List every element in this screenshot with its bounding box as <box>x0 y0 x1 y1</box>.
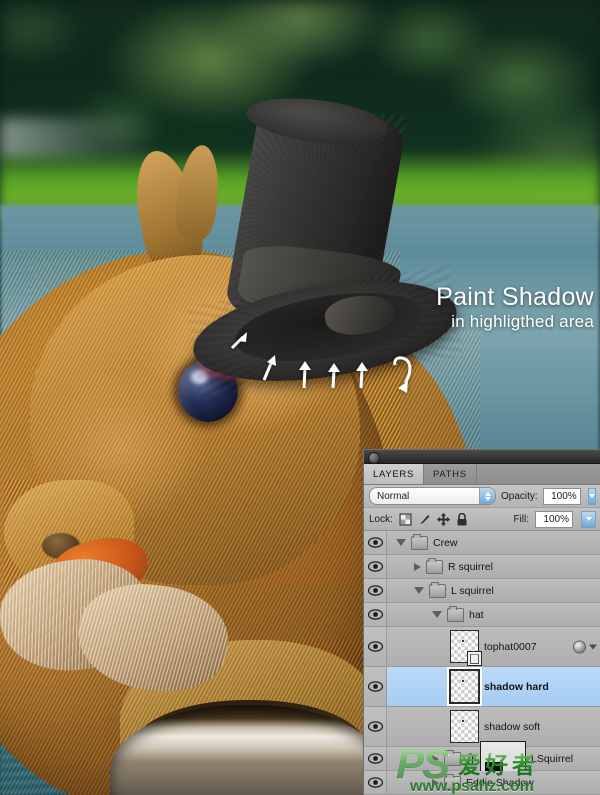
blend-mode-row: Normal Opacity: 100% <box>364 485 600 508</box>
tab-paths[interactable]: PATHS <box>424 464 477 484</box>
eye-icon[interactable] <box>367 561 383 572</box>
opacity-input[interactable]: 100% <box>542 487 581 505</box>
layer-thumbnail[interactable] <box>447 667 482 706</box>
panel-tabs[interactable]: LAYERS PATHS <box>364 464 600 485</box>
blend-mode-value: Normal <box>377 490 410 502</box>
layer-row[interactable]: Eddie Shadow <box>364 771 600 795</box>
eye-icon[interactable] <box>367 641 383 652</box>
layer-name: LSquirrel <box>531 752 574 765</box>
curved-arrow <box>393 356 412 393</box>
lock-position-icon[interactable] <box>436 512 450 526</box>
tab-layers[interactable]: LAYERS <box>364 464 424 484</box>
layer-row[interactable]: shadow hard <box>364 667 600 707</box>
layer-name: Crew <box>433 536 458 549</box>
folder-icon <box>426 557 443 574</box>
chevron-right-icon[interactable] <box>414 562 421 571</box>
panel-titlebar[interactable] <box>364 450 600 464</box>
chevron-down-icon[interactable] <box>589 644 597 649</box>
eye-icon[interactable] <box>367 777 383 788</box>
chevron-right-icon[interactable] <box>432 778 439 787</box>
chevron-down-icon[interactable] <box>414 587 424 594</box>
up-arrow-4 <box>328 363 340 389</box>
layer-thumbnail[interactable] <box>450 630 482 666</box>
layer-name: R squirrel <box>448 560 493 573</box>
up-arrow-3 <box>299 361 311 389</box>
layer-name: hat <box>469 608 484 621</box>
lock-icon-group <box>399 512 468 526</box>
lock-image-icon[interactable] <box>418 513 431 526</box>
layer-visibility-toggle[interactable] <box>364 747 387 770</box>
opacity-label: Opacity: <box>501 490 538 502</box>
callout-line-1: Paint Shadow <box>436 283 594 311</box>
layer-visibility-toggle[interactable] <box>364 771 387 794</box>
layer-visibility-toggle[interactable] <box>364 555 387 578</box>
layer-row[interactable]: L squirrel <box>364 579 600 603</box>
up-arrow-2 <box>262 355 276 381</box>
layer-name: Eddie Shadow <box>466 776 534 789</box>
layer-visibility-toggle[interactable] <box>364 603 387 626</box>
screenshot-root: Paint Shadow in highligthed area LAYERS … <box>0 0 600 795</box>
lock-label: Lock: <box>369 513 393 525</box>
up-arrow-1 <box>230 332 247 350</box>
folder-icon <box>444 749 461 766</box>
layer-row[interactable]: R squirrel <box>364 555 600 579</box>
folder-icon <box>411 533 428 550</box>
callout-line-2: in highligthed area <box>451 312 594 331</box>
eye-icon[interactable] <box>367 585 383 596</box>
layer-visibility-toggle[interactable] <box>364 579 387 602</box>
link-icon[interactable] <box>466 752 475 765</box>
layer-row[interactable]: tophat0007 <box>364 627 600 667</box>
layer-name: tophat0007 <box>484 640 537 653</box>
chevron-down-icon[interactable] <box>432 611 442 618</box>
layer-visibility-toggle[interactable] <box>364 531 387 554</box>
layer-list[interactable]: Crew R squirrel L squirrel hat tophat0007 sha… <box>364 531 600 795</box>
blend-mode-spinner-icon[interactable] <box>479 488 495 504</box>
blend-mode-select[interactable]: Normal <box>369 487 496 505</box>
opacity-dropdown-icon[interactable] <box>587 487 596 505</box>
up-arrow-5 <box>356 362 368 389</box>
layer-name: shadow hard <box>484 680 549 693</box>
close-icon[interactable] <box>368 451 380 464</box>
layer-row[interactable]: LSquirrel <box>364 741 600 776</box>
layer-visibility-toggle[interactable] <box>364 707 387 746</box>
layers-panel[interactable]: LAYERS PATHS Normal Opacity: 100% Lock: <box>363 449 600 795</box>
callout-text: Paint Shadow in highligthed area <box>436 283 594 332</box>
folder-icon <box>447 605 464 622</box>
layer-visibility-toggle[interactable] <box>364 667 387 706</box>
layer-name: shadow soft <box>484 720 541 733</box>
lock-row: Lock: Fill: 100% <box>364 508 600 531</box>
chevron-right-icon[interactable] <box>432 754 439 763</box>
eye-icon[interactable] <box>367 537 383 548</box>
layer-style-indicator[interactable] <box>573 640 597 653</box>
layer-row[interactable]: hat <box>364 603 600 627</box>
folder-icon <box>444 773 461 790</box>
layer-style-icon[interactable] <box>573 640 586 653</box>
layer-row[interactable]: Crew <box>364 531 600 555</box>
tabs-filler <box>477 464 600 484</box>
eye-icon[interactable] <box>367 721 383 732</box>
folder-icon <box>429 581 446 598</box>
smart-object-badge-icon <box>467 651 482 666</box>
layer-visibility-toggle[interactable] <box>364 627 387 666</box>
fill-input[interactable]: 100% <box>535 510 573 528</box>
eye-icon[interactable] <box>367 681 383 692</box>
lock-all-icon[interactable] <box>456 512 468 526</box>
chevron-down-icon[interactable] <box>396 539 406 546</box>
layer-thumbnail[interactable] <box>450 710 479 743</box>
eye-icon[interactable] <box>367 753 383 764</box>
layer-name: L squirrel <box>451 584 494 597</box>
lock-transparency-icon[interactable] <box>399 513 412 526</box>
eye-icon[interactable] <box>367 609 383 620</box>
fill-dropdown-icon[interactable] <box>581 510 596 528</box>
fill-label: Fill: <box>513 513 529 525</box>
